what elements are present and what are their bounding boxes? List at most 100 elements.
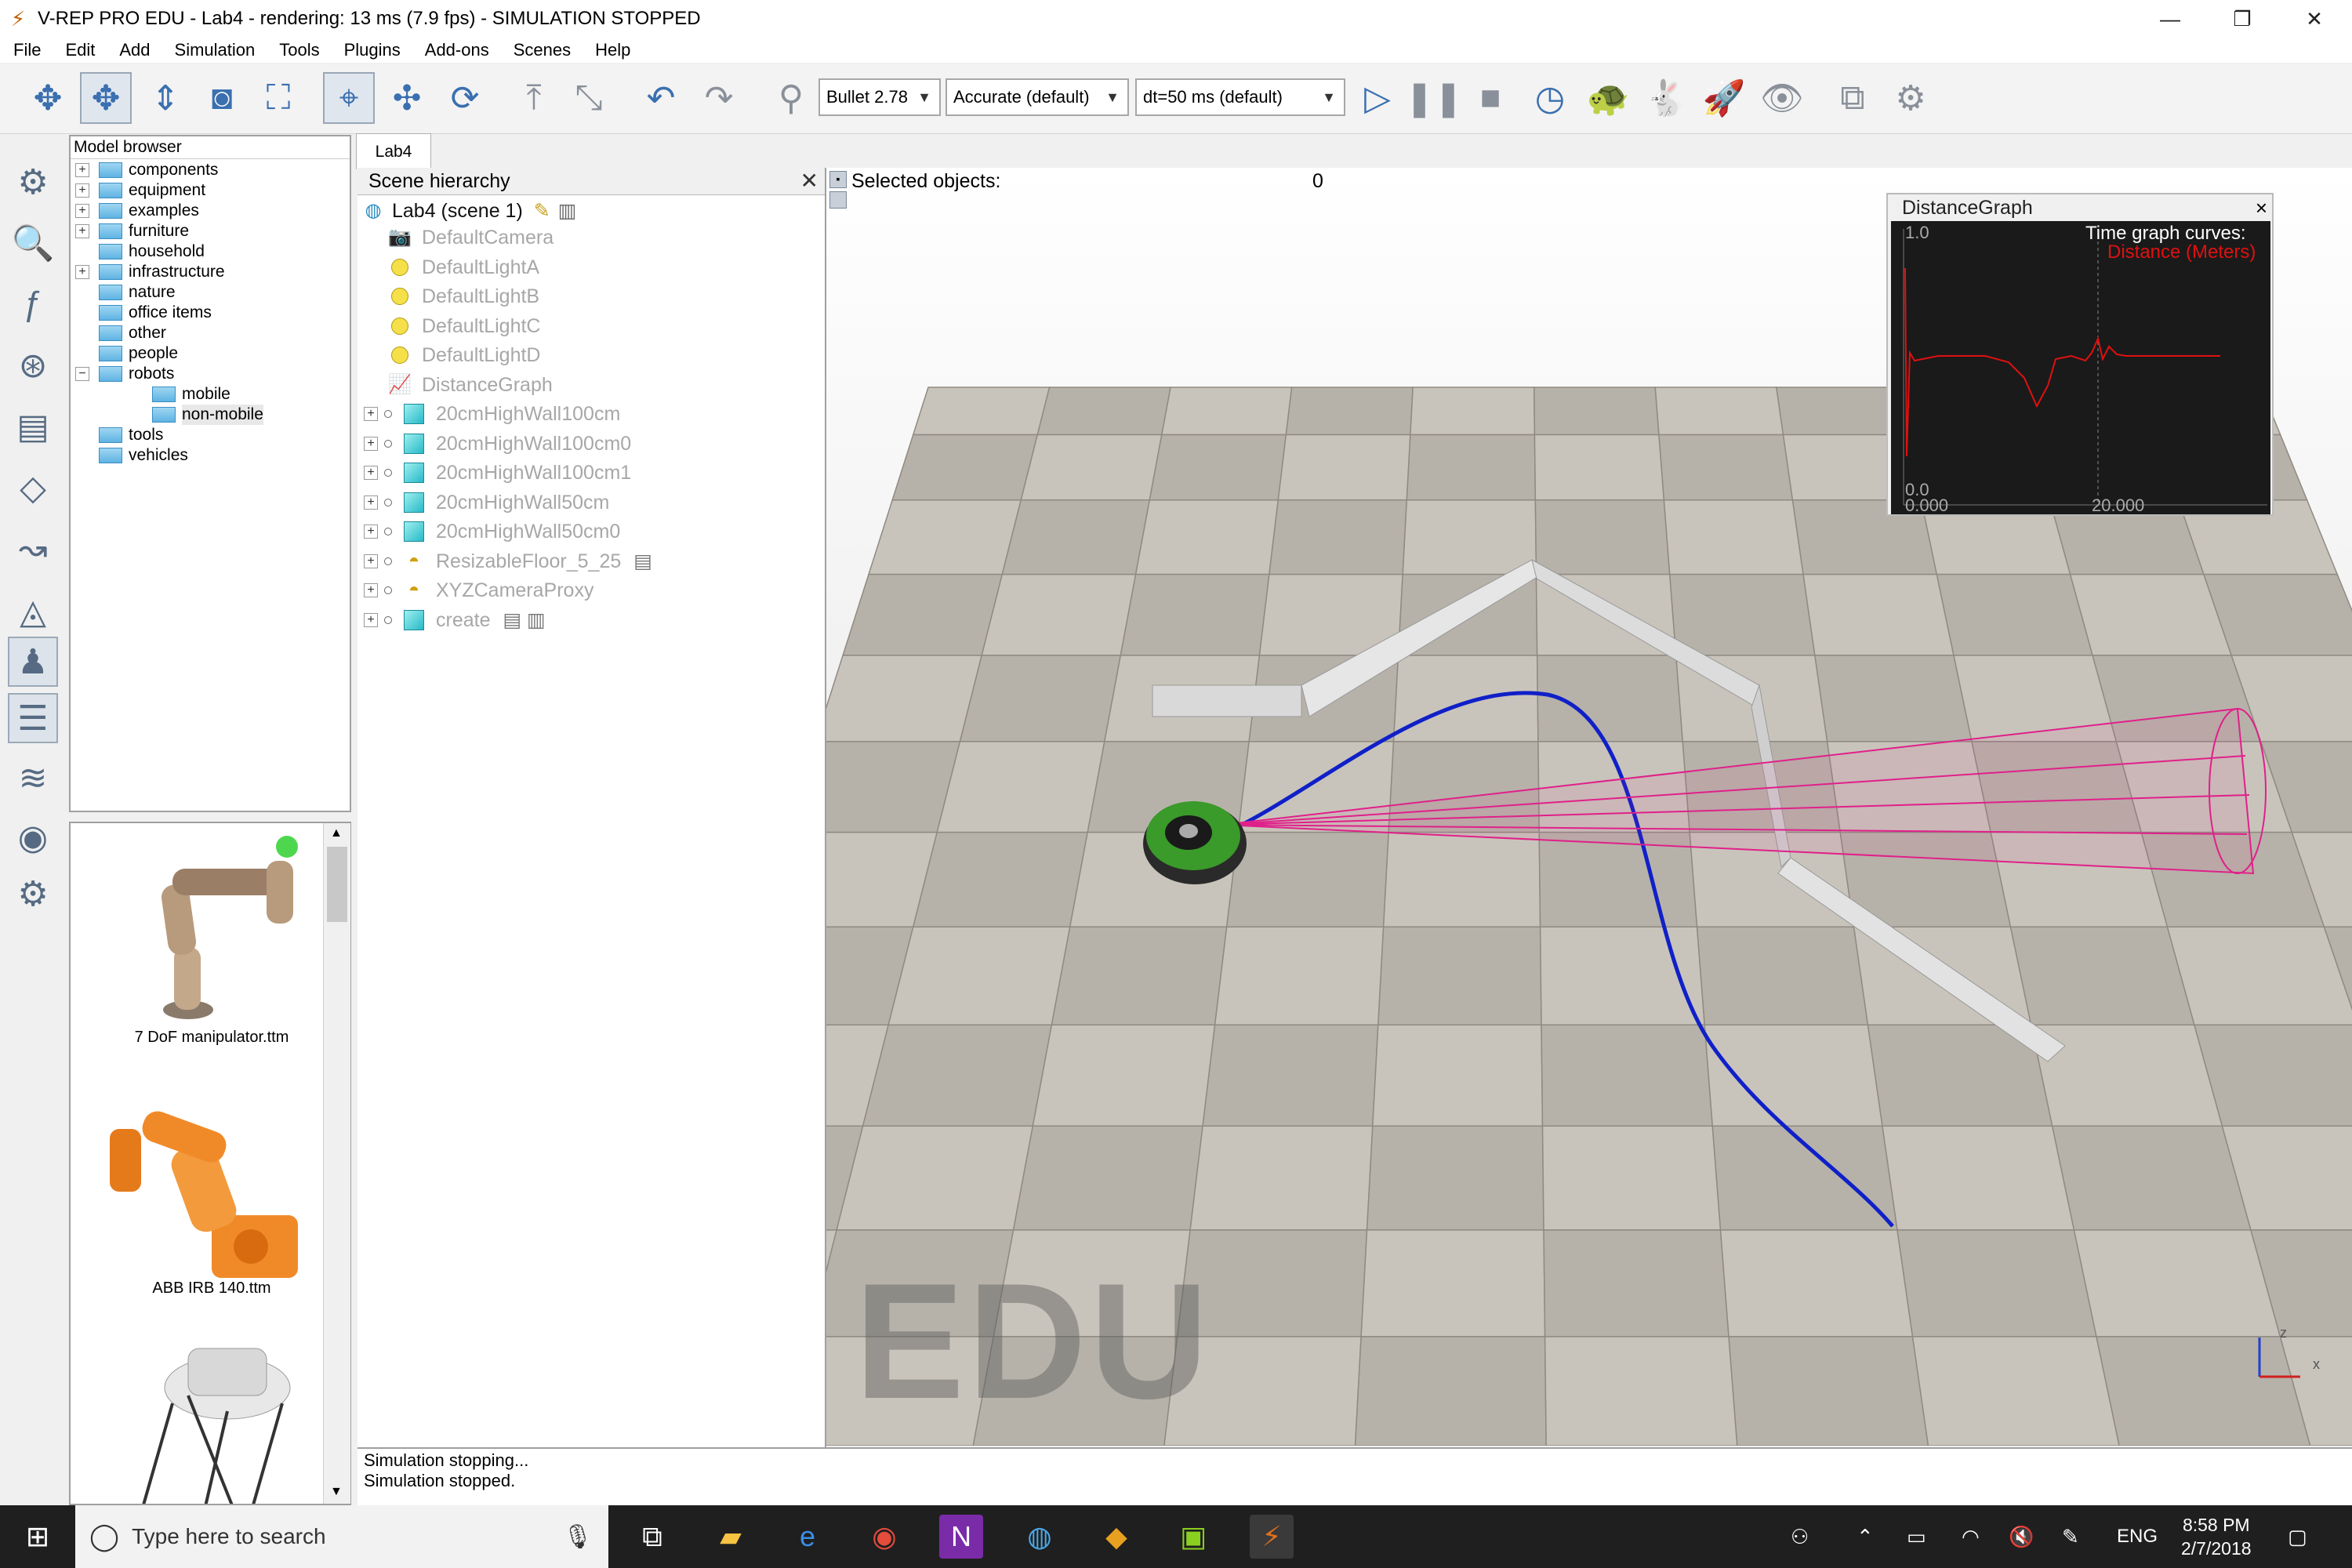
expander-icon[interactable]: + bbox=[75, 183, 89, 198]
scene-selector-icon[interactable]: ⧉ bbox=[1827, 72, 1878, 124]
menu-edit[interactable]: Edit bbox=[52, 40, 106, 60]
edge-icon[interactable]: e bbox=[786, 1515, 829, 1559]
shape-edit-icon[interactable]: ◇ bbox=[8, 463, 58, 513]
expander-icon[interactable]: + bbox=[75, 265, 89, 279]
volume-muted-icon[interactable]: 🔇 bbox=[2009, 1505, 2034, 1568]
menu-add[interactable]: Add bbox=[106, 40, 161, 60]
close-button[interactable]: ✕ bbox=[2278, 0, 2350, 38]
scene-object-item[interactable]: 📈 DistanceGraph bbox=[388, 372, 553, 398]
expander-icon[interactable]: + bbox=[75, 163, 89, 177]
show-hidden-icons-icon[interactable]: ⌃ bbox=[1857, 1505, 1874, 1568]
people-icon[interactable]: ⚇ bbox=[1791, 1505, 1809, 1568]
scene-object-item[interactable]: DefaultLightC bbox=[389, 313, 540, 339]
git-icon[interactable]: ◆ bbox=[1094, 1515, 1138, 1559]
model-folder-item[interactable]: office items bbox=[75, 303, 212, 323]
model-folder-item[interactable]: household bbox=[75, 241, 205, 262]
scene-hierarchy-toggle-icon[interactable]: ☰ bbox=[8, 693, 58, 743]
close-icon[interactable]: × bbox=[2256, 194, 2267, 221]
visualization-toggle-icon[interactable]: 👁 bbox=[1756, 72, 1808, 124]
viewport-view-button[interactable] bbox=[829, 191, 847, 209]
expander-icon[interactable]: + bbox=[364, 495, 378, 510]
scene-object-item[interactable]: + create ▤ ▥ bbox=[364, 607, 546, 633]
page-selector-icon[interactable]: ⚙ bbox=[1885, 72, 1936, 124]
delta-robot-thumbnail[interactable] bbox=[94, 1317, 345, 1505]
pause-icon[interactable]: ❚❚ bbox=[1405, 72, 1463, 124]
distance-graph-window[interactable]: DistanceGraph × Time graph curves: Dista… bbox=[1886, 193, 2274, 516]
scene-object-item[interactable]: +20cmHighWall100cm0 bbox=[364, 430, 631, 457]
visibility-dot-icon[interactable] bbox=[384, 439, 392, 448]
script-icon[interactable]: ▤ ▥ bbox=[503, 607, 545, 633]
video-recorder-icon[interactable]: ◉ bbox=[8, 812, 58, 862]
timestep-select[interactable]: dt=50 ms (default) ▼ bbox=[1135, 78, 1345, 116]
scene-object-item[interactable]: DefaultLightD bbox=[389, 342, 540, 368]
file-explorer-icon[interactable]: ▰ bbox=[709, 1515, 753, 1559]
calculation-modules-icon[interactable]: ƒ bbox=[8, 279, 58, 329]
script-icon[interactable]: ✎ bbox=[534, 198, 550, 224]
scene-object-item[interactable]: +20cmHighWall100cm1 bbox=[364, 459, 631, 486]
minimize-button[interactable]: — bbox=[2134, 0, 2206, 38]
menu-plugins[interactable]: Plugins bbox=[331, 40, 412, 60]
scene-object-item[interactable]: +20cmHighWall50cm0 bbox=[364, 518, 620, 545]
expander-icon[interactable]: + bbox=[75, 224, 89, 238]
vrep-taskbar-icon[interactable]: ⚡ bbox=[1250, 1515, 1294, 1559]
model-folder-item[interactable]: non-mobile bbox=[129, 405, 263, 425]
scene-object-item[interactable]: +20cmHighWall50cm bbox=[364, 489, 609, 516]
dynamics-toggle-icon[interactable]: ⚲ bbox=[765, 72, 817, 124]
customization-script-icon[interactable]: ▥ bbox=[558, 198, 577, 224]
scene-object-item[interactable]: + ◓ XYZCameraProxy bbox=[364, 577, 593, 604]
model-folder-item[interactable]: + examples bbox=[75, 201, 199, 221]
menu-help[interactable]: Help bbox=[582, 40, 641, 60]
model-folder-item[interactable]: tools bbox=[75, 425, 163, 445]
visibility-dot-icon[interactable] bbox=[384, 469, 392, 477]
scripts-icon[interactable]: ▤ bbox=[8, 401, 58, 452]
scene-object-item[interactable]: +20cmHighWall100cm bbox=[364, 401, 620, 427]
expander-icon[interactable]: + bbox=[364, 407, 378, 421]
script-icon[interactable]: ▤ bbox=[633, 548, 652, 575]
camera-angle-icon[interactable]: ◙ bbox=[196, 72, 248, 124]
visibility-dot-icon[interactable] bbox=[384, 410, 392, 418]
scene-object-item[interactable]: 📷 DefaultCamera bbox=[388, 224, 554, 251]
camera-pan-icon[interactable]: ✥ bbox=[22, 72, 74, 124]
expander-icon[interactable]: + bbox=[364, 524, 378, 539]
restore-button[interactable]: ❐ bbox=[2206, 0, 2278, 38]
expander-icon[interactable]: + bbox=[364, 554, 378, 568]
slow-down-icon[interactable]: 🐢 bbox=[1582, 72, 1634, 124]
model-folder-item[interactable]: nature bbox=[75, 282, 176, 303]
menu-tools[interactable]: Tools bbox=[266, 40, 330, 60]
undo-icon[interactable]: ↶ bbox=[635, 72, 687, 124]
scroll-up-icon[interactable]: ▲ bbox=[330, 826, 343, 840]
model-folder-item[interactable]: mobile bbox=[129, 384, 230, 405]
real-time-icon[interactable]: ◷ bbox=[1524, 72, 1576, 124]
thumbnails-scrollbar[interactable]: ▲ ▼ bbox=[323, 823, 350, 1504]
pycharm-icon[interactable]: ▣ bbox=[1171, 1515, 1215, 1559]
scroll-down-icon[interactable]: ▼ bbox=[330, 1485, 343, 1499]
menu-simulation[interactable]: Simulation bbox=[162, 40, 267, 60]
visibility-dot-icon[interactable] bbox=[384, 615, 392, 624]
seven-dof-manipulator-thumbnail[interactable] bbox=[102, 829, 337, 1033]
redo-icon[interactable]: ↷ bbox=[693, 72, 745, 124]
model-folder-item[interactable]: + components bbox=[75, 160, 218, 180]
model-folder-item[interactable]: people bbox=[75, 343, 178, 364]
selection-icon[interactable]: ◬ bbox=[8, 586, 58, 637]
scene-tab[interactable]: Lab4 bbox=[356, 133, 431, 169]
fit-to-view-icon[interactable]: ⛶ bbox=[252, 72, 304, 124]
layers-icon[interactable]: ≋ bbox=[8, 753, 58, 803]
threaded-rendering-icon[interactable]: 🚀 bbox=[1698, 72, 1750, 124]
menu-file[interactable]: File bbox=[0, 40, 52, 60]
expander-icon[interactable]: + bbox=[364, 466, 378, 480]
clock[interactable]: 8:58 PM 2/7/2018 bbox=[2181, 1505, 2252, 1568]
simulation-settings-icon[interactable]: ⚙ bbox=[8, 157, 58, 207]
close-icon[interactable]: ✕ bbox=[800, 168, 818, 194]
model-folder-item[interactable]: other bbox=[75, 323, 166, 343]
play-icon[interactable]: ▷ bbox=[1352, 72, 1403, 124]
language-indicator[interactable]: ENG bbox=[2117, 1505, 2158, 1568]
accuracy-select[interactable]: Accurate (default) ▼ bbox=[946, 78, 1129, 116]
expander-icon[interactable]: + bbox=[364, 583, 378, 597]
expander-icon[interactable]: + bbox=[364, 612, 378, 627]
object-rotate-icon[interactable]: ⟳ bbox=[439, 72, 491, 124]
search-icon[interactable]: 🔍 bbox=[8, 218, 58, 268]
menu-scenes[interactable]: Scenes bbox=[500, 40, 582, 60]
model-folder-item[interactable]: vehicles bbox=[75, 445, 188, 466]
transfer-dna-icon[interactable]: ⤡ bbox=[563, 72, 615, 124]
scroll-thumb[interactable] bbox=[327, 847, 347, 922]
